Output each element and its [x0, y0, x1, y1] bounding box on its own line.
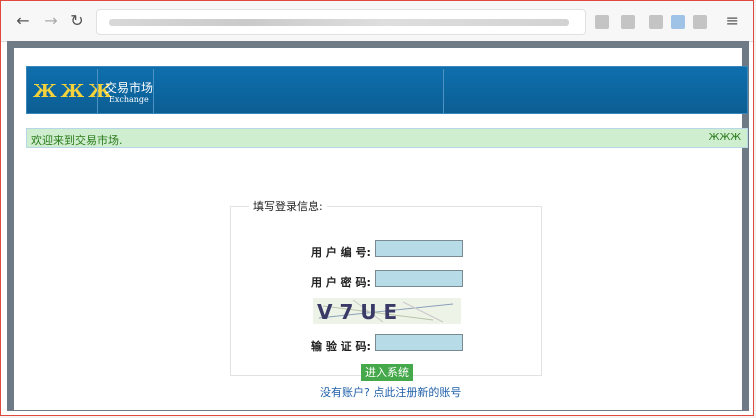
extension-icon[interactable]: [671, 15, 685, 29]
login-legend: 填写登录信息:: [253, 200, 323, 213]
page-viewport: ЖЖЖ 交易市场 Exchange 欢迎来到交易市场. ЖЖЖ 填写登录信息: …: [7, 41, 749, 411]
forward-icon[interactable]: →: [41, 11, 61, 31]
username-label: 用 户 编 号:: [311, 246, 371, 259]
captcha-label: 输 验 证 码:: [311, 340, 371, 353]
welcome-text: 欢迎来到交易市场.: [31, 134, 123, 147]
captcha-image[interactable]: V 7 U E: [313, 298, 461, 324]
username-input[interactable]: [375, 240, 463, 257]
decorative-icon: ЖЖЖ: [708, 132, 741, 143]
extension-icon[interactable]: [693, 15, 707, 29]
register-link[interactable]: 没有账户? 点此注册新的账号: [320, 384, 461, 400]
divider: [443, 69, 444, 113]
login-button[interactable]: 进入系统: [361, 364, 413, 381]
login-form: 填写登录信息: 用 户 编 号: 用 户 密 码: V 7 U E 输 验 证 …: [230, 198, 542, 381]
divider: [153, 69, 154, 113]
site-title: 交易市场: [105, 81, 154, 95]
site-subtitle: Exchange: [109, 95, 149, 104]
address-bar[interactable]: [96, 9, 586, 35]
logo: ЖЖЖ: [33, 81, 116, 102]
captcha-input[interactable]: [375, 334, 463, 351]
extension-icon[interactable]: [621, 15, 635, 29]
reload-icon[interactable]: ↻: [67, 11, 87, 31]
welcome-bar: 欢迎来到交易市场. ЖЖЖ: [26, 128, 748, 148]
extension-icon[interactable]: [649, 15, 663, 29]
back-icon[interactable]: ←: [13, 11, 33, 31]
extension-icon[interactable]: [595, 15, 609, 29]
captcha-graphic: V 7 U E: [317, 299, 454, 324]
menu-icon[interactable]: ≡: [726, 11, 739, 30]
url-text-blurred: [109, 19, 569, 26]
header-banner: ЖЖЖ 交易市场 Exchange: [26, 66, 748, 114]
divider: [97, 69, 98, 113]
password-label: 用 户 密 码:: [311, 276, 371, 289]
browser-window: ← → ↻ ≡ ЖЖЖ 交易市场 Exchange 欢迎来到交易市场. ЖЖЖ: [0, 0, 754, 416]
password-input[interactable]: [375, 270, 463, 287]
captcha-text: V 7 U E: [317, 300, 397, 324]
page-content: ЖЖЖ 交易市场 Exchange 欢迎来到交易市场. ЖЖЖ 填写登录信息: …: [14, 48, 748, 410]
browser-toolbar: ← → ↻ ≡: [1, 1, 753, 42]
